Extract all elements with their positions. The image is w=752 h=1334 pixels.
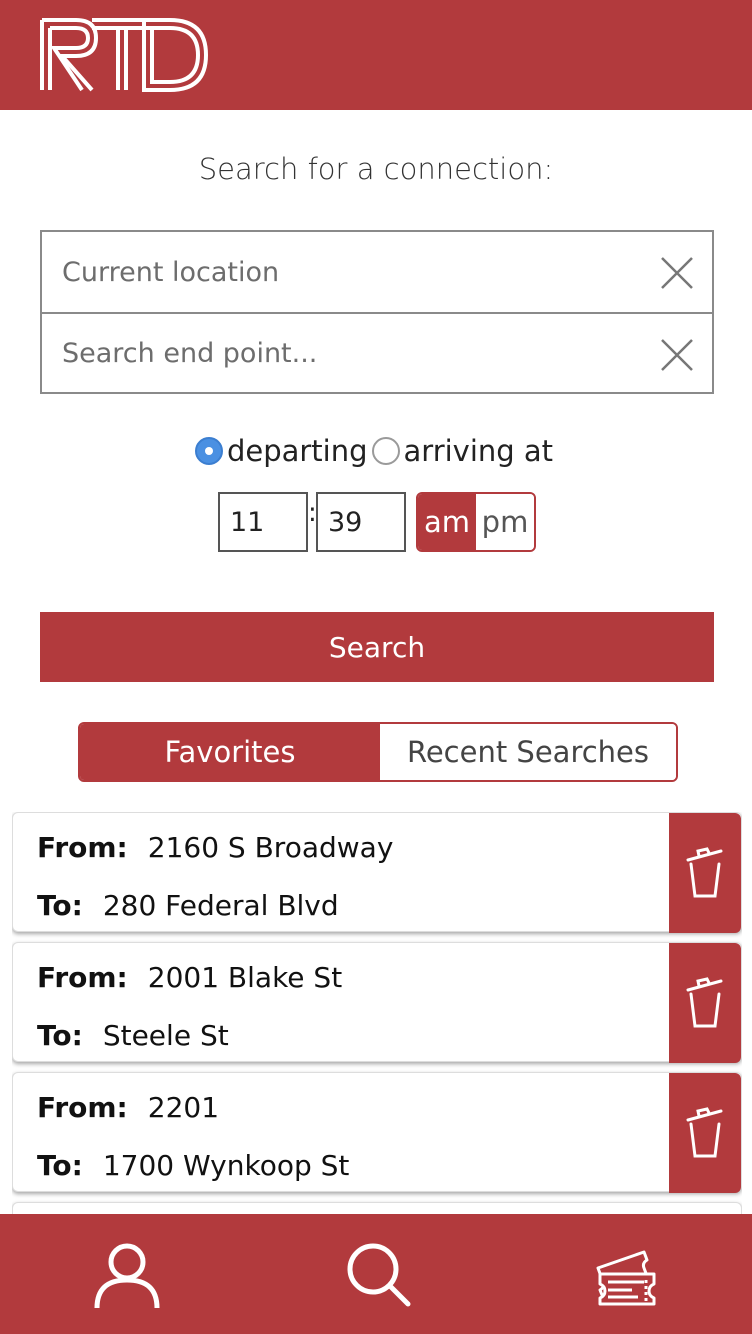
trash-icon	[686, 977, 723, 1028]
end-location-input[interactable]	[62, 323, 642, 383]
from-label: From:	[37, 961, 128, 994]
trash-icon	[686, 847, 723, 898]
time-entry: 11 : 39 am pm	[218, 492, 536, 552]
app-header	[0, 0, 752, 110]
search-button[interactable]: Search	[40, 612, 714, 682]
rtd-logo[interactable]	[40, 14, 210, 94]
to-line: To: 1700 Wynkoop St	[37, 1149, 349, 1182]
ticket-icon[interactable]	[592, 1240, 662, 1310]
to-address: 280 Federal Blvd	[102, 889, 339, 922]
to-address: 1700 Wynkoop St	[102, 1149, 350, 1182]
user-icon[interactable]	[92, 1240, 162, 1310]
time-colon: :	[308, 498, 317, 528]
am-pm-toggle: am pm	[416, 492, 536, 552]
departing-label[interactable]: departing	[227, 434, 368, 468]
am-button[interactable]: am	[418, 494, 476, 550]
from-address: 2001 Blake St	[147, 961, 343, 994]
hour-input[interactable]: 11	[218, 492, 308, 552]
list-item[interactable]: From: 2201 To: 1700 Wynkoop St	[12, 1072, 742, 1193]
clear-end-icon[interactable]	[660, 338, 694, 372]
delete-button[interactable]	[669, 1073, 741, 1193]
search-prompt: Search for a connection:	[198, 152, 554, 186]
location-inputs	[40, 230, 714, 394]
to-line: To: Steele St	[37, 1019, 229, 1052]
trash-icon	[686, 1107, 723, 1158]
saved-searches-tabs: Favorites Recent Searches	[78, 722, 678, 782]
delete-button[interactable]	[669, 943, 741, 1063]
clear-start-icon[interactable]	[660, 256, 694, 290]
to-label: To:	[37, 1149, 83, 1182]
from-address: 2201	[147, 1091, 220, 1124]
time-mode-selector: departing arriving at	[0, 434, 752, 468]
list-item[interactable]: From: 2001 Blake St To: Steele St	[12, 942, 742, 1063]
pm-button[interactable]: pm	[476, 494, 534, 550]
to-label: To:	[37, 1019, 83, 1052]
list-item[interactable]	[12, 1202, 742, 1214]
from-line: From: 2001 Blake St	[37, 961, 342, 994]
favorites-list: From: 2160 S Broadway To: 280 Federal Blvd…	[12, 812, 742, 1214]
from-line: From: 2201	[37, 1091, 219, 1124]
arriving-label[interactable]: arriving at	[404, 434, 554, 468]
from-address: 2160 S Broadway	[147, 831, 394, 864]
to-label: To:	[37, 889, 83, 922]
delete-button[interactable]	[669, 813, 741, 933]
from-label: From:	[37, 1091, 128, 1124]
to-address: Steele St	[102, 1019, 229, 1052]
arriving-radio[interactable]	[371, 437, 400, 465]
search-icon[interactable]	[344, 1240, 414, 1310]
from-label: From:	[37, 831, 128, 864]
tab-recent-searches[interactable]: Recent Searches	[380, 724, 676, 780]
minute-input[interactable]: 39	[316, 492, 406, 552]
end-row	[42, 312, 712, 392]
start-location-input[interactable]	[62, 242, 642, 302]
start-row	[42, 232, 712, 312]
to-line: To: 280 Federal Blvd	[37, 889, 339, 922]
list-item[interactable]: From: 2160 S Broadway To: 280 Federal Blvd	[12, 812, 742, 933]
departing-radio[interactable]	[194, 437, 223, 465]
tab-favorites[interactable]: Favorites	[80, 724, 380, 780]
from-line: From: 2160 S Broadway	[37, 831, 393, 864]
